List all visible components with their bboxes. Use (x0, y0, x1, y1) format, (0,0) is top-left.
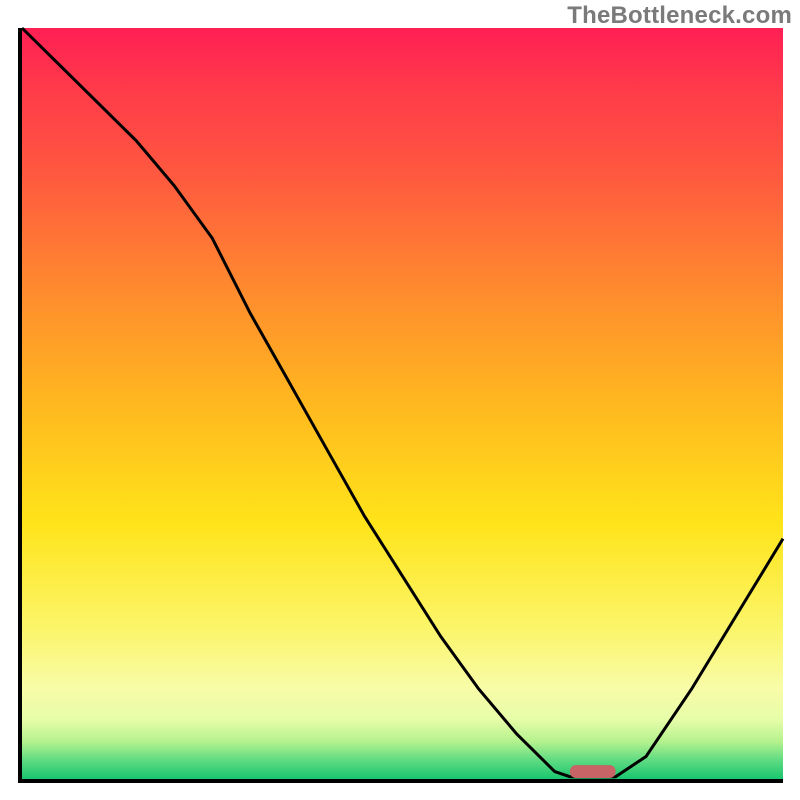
chart-frame: TheBottleneck.com (0, 0, 800, 800)
bottleneck-curve (22, 28, 783, 779)
watermark-text: TheBottleneck.com (567, 2, 792, 30)
sweet-spot-marker (570, 765, 616, 778)
plot-area (18, 28, 783, 783)
